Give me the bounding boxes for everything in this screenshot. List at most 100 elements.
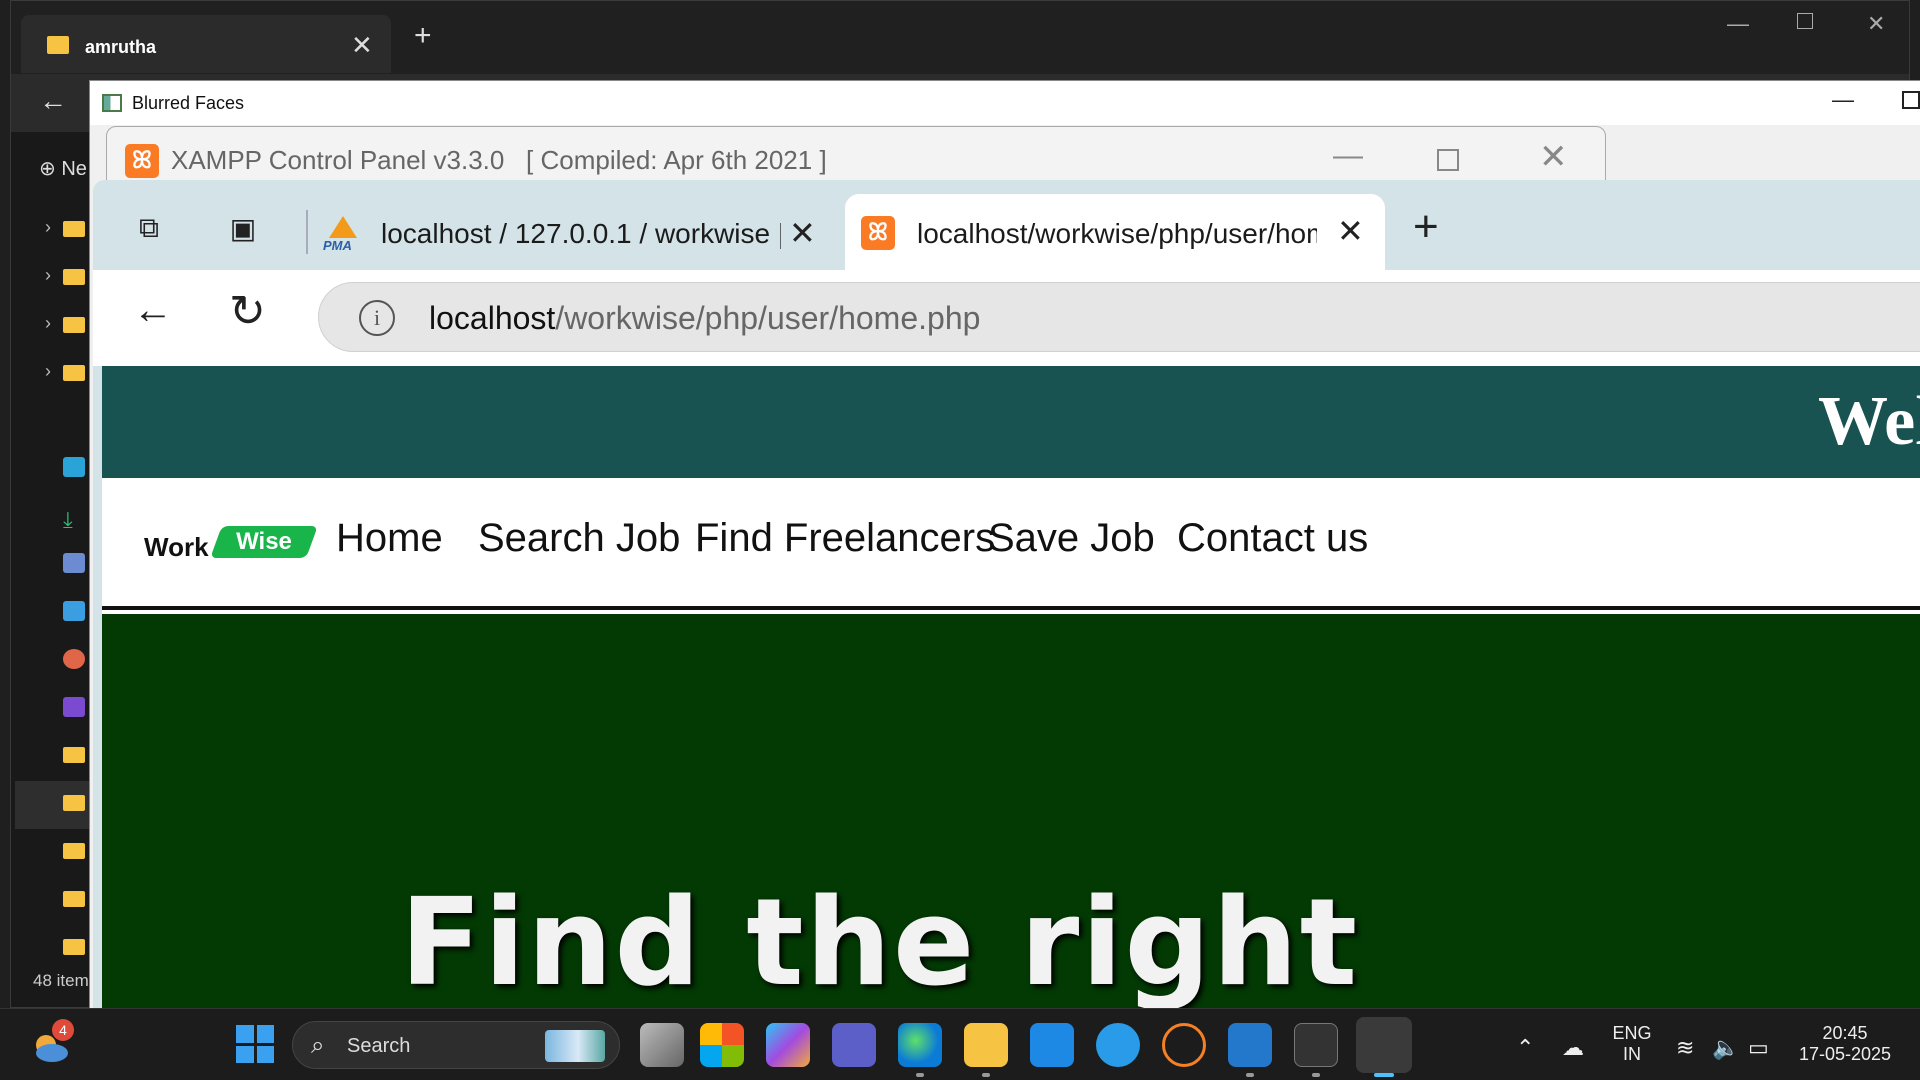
explorer-tab[interactable]: amrutha ✕ <box>21 15 391 73</box>
maximize-icon[interactable] <box>1902 91 1920 109</box>
hero-section: Find the right <box>102 614 1920 1010</box>
address-bar[interactable]: i localhost/workwise/php/user/home.php <box>318 282 1920 352</box>
close-window-icon[interactable]: ✕ <box>1867 11 1885 37</box>
chevron-right-icon[interactable]: › <box>45 265 51 286</box>
close-window-icon[interactable]: ✕ <box>1539 137 1568 177</box>
edge-icon[interactable] <box>898 1023 942 1067</box>
chevron-up-icon[interactable]: ⌃ <box>1516 1035 1534 1061</box>
folder-icon[interactable] <box>63 843 85 859</box>
chevron-right-icon[interactable]: › <box>45 313 51 334</box>
minimize-icon[interactable]: — <box>1727 11 1749 37</box>
battery-icon[interactable]: ▭ <box>1748 1035 1769 1061</box>
tab-label: localhost / 127.0.0.1 / workwise | p <box>381 218 781 249</box>
minimize-icon[interactable]: — <box>1333 139 1363 173</box>
start-button[interactable] <box>236 1025 274 1063</box>
python-app-icon[interactable] <box>1356 1017 1412 1073</box>
new-tab-button[interactable]: + <box>414 19 432 53</box>
microsoft-store-icon[interactable] <box>700 1023 744 1067</box>
folder-icon[interactable] <box>63 747 85 763</box>
eclipse-icon[interactable] <box>1162 1023 1206 1067</box>
nav-save-job[interactable]: Save Job <box>988 516 1155 561</box>
workspaces-icon[interactable]: ⧉ <box>131 212 167 246</box>
nav-home[interactable]: Home <box>336 516 443 561</box>
videos-icon[interactable] <box>63 697 85 717</box>
pictures-icon[interactable] <box>63 601 85 621</box>
welcome-banner: Wel <box>102 366 1920 478</box>
folder-icon <box>63 269 85 285</box>
wifi-icon[interactable]: ≋ <box>1676 1035 1694 1061</box>
xampp-icon: ꕤ <box>125 144 159 178</box>
nav-search-job[interactable]: Search Job <box>478 516 680 561</box>
downloads-icon[interactable]: ⤓ <box>63 507 85 532</box>
maximize-icon[interactable] <box>1437 149 1459 171</box>
music-icon[interactable] <box>63 649 85 669</box>
weather-widget[interactable]: 4 <box>28 1019 74 1067</box>
close-tab-icon[interactable]: ✕ <box>1337 212 1364 250</box>
item-count: 48 item <box>33 971 89 990</box>
navigation-pane <box>11 196 91 996</box>
close-tab-icon[interactable]: ✕ <box>789 214 816 252</box>
notification-badge: 4 <box>52 1019 74 1041</box>
file-explorer-icon[interactable] <box>964 1023 1008 1067</box>
hero-heading: Find the right <box>400 874 1360 1010</box>
running-indicator <box>982 1073 990 1077</box>
folder-icon[interactable] <box>63 891 85 907</box>
app-icon <box>102 94 122 112</box>
reload-icon[interactable]: ↻ <box>229 286 266 337</box>
url-text[interactable]: localhost/workwise/php/user/home.php <box>429 300 980 337</box>
desktop-icon[interactable] <box>63 457 85 477</box>
terminal-icon[interactable] <box>1294 1023 1338 1067</box>
folder-icon <box>47 36 69 54</box>
url-host: localhost <box>429 300 556 336</box>
new-button-label: Ne <box>61 158 87 180</box>
xampp-title: XAMPP Control Panel v3.3.0 [ Compiled: A… <box>171 145 827 175</box>
blurred-faces-titlebar: Blurred Faces — <box>90 81 1920 125</box>
url-path: /workwise/php/user/home.php <box>555 300 981 336</box>
chevron-right-icon[interactable]: › <box>45 361 51 382</box>
back-arrow-icon[interactable]: ← <box>39 85 67 117</box>
minimize-icon[interactable]: — <box>1832 87 1854 113</box>
vertical-tabs-icon[interactable]: ▣ <box>225 212 261 246</box>
copilot-icon[interactable] <box>766 1023 810 1067</box>
clock[interactable]: 20:45 17-05-2025 <box>1790 1023 1900 1065</box>
chevron-right-icon[interactable]: › <box>45 217 51 238</box>
taskbar: 4 ⌕ Search ⌃ ☁ ENG IN ≋ 🔈 ▭ 20:45 17-05-20… <box>0 1008 1920 1080</box>
task-view-icon[interactable] <box>640 1023 684 1067</box>
folder-icon[interactable] <box>63 795 85 811</box>
explorer-tab-title: amrutha <box>85 37 157 57</box>
maximize-icon[interactable] <box>1797 13 1813 29</box>
taskbar-search[interactable]: ⌕ Search <box>292 1021 620 1069</box>
vscode-icon[interactable] <box>1228 1023 1272 1067</box>
myhp-icon[interactable] <box>1030 1023 1074 1067</box>
volume-icon[interactable]: 🔈 <box>1712 1035 1739 1061</box>
logo-work-text: Work <box>144 532 209 562</box>
folder-icon <box>63 317 85 333</box>
tab-phpmyadmin[interactable]: PMA localhost / 127.0.0.1 / workwise | p… <box>323 198 843 270</box>
site-navigation: Work Wise Home Search Job Find Freelance… <box>102 478 1920 610</box>
xampp-titlebar: ꕤ XAMPP Control Panel v3.3.0 [ Compiled:… <box>107 127 1605 183</box>
tab-label: localhost/workwise/php/user/home.php <box>917 218 1317 249</box>
language-indicator[interactable]: ENG IN <box>1610 1023 1654 1065</box>
running-indicator <box>1246 1073 1254 1077</box>
nav-contact-us[interactable]: Contact us <box>1177 516 1368 561</box>
close-tab-icon[interactable]: ✕ <box>351 30 373 61</box>
help-icon[interactable] <box>1096 1023 1140 1067</box>
teams-icon[interactable] <box>832 1023 876 1067</box>
logo-wise-badge: Wise <box>210 526 318 558</box>
nav-find-freelancers[interactable]: Find Freelancers <box>695 516 995 561</box>
welcome-text: Wel <box>1818 383 1920 460</box>
new-tab-button[interactable]: + <box>1413 202 1439 252</box>
new-button[interactable]: ⊕ Ne <box>39 156 87 181</box>
folder-icon <box>63 365 85 381</box>
search-highlight-image <box>545 1030 605 1062</box>
documents-icon[interactable] <box>63 553 85 573</box>
window-title: Blurred Faces <box>132 93 245 113</box>
folder-icon[interactable] <box>63 939 85 955</box>
site-info-icon[interactable]: i <box>359 300 395 336</box>
back-arrow-icon[interactable]: ← <box>133 288 173 333</box>
search-placeholder: Search <box>347 1035 411 1057</box>
running-indicator <box>1312 1073 1320 1077</box>
running-indicator <box>916 1073 924 1077</box>
onedrive-icon[interactable]: ☁ <box>1562 1035 1584 1061</box>
tab-workwise-home[interactable]: ꕤ localhost/workwise/php/user/home.php ✕ <box>845 194 1385 270</box>
